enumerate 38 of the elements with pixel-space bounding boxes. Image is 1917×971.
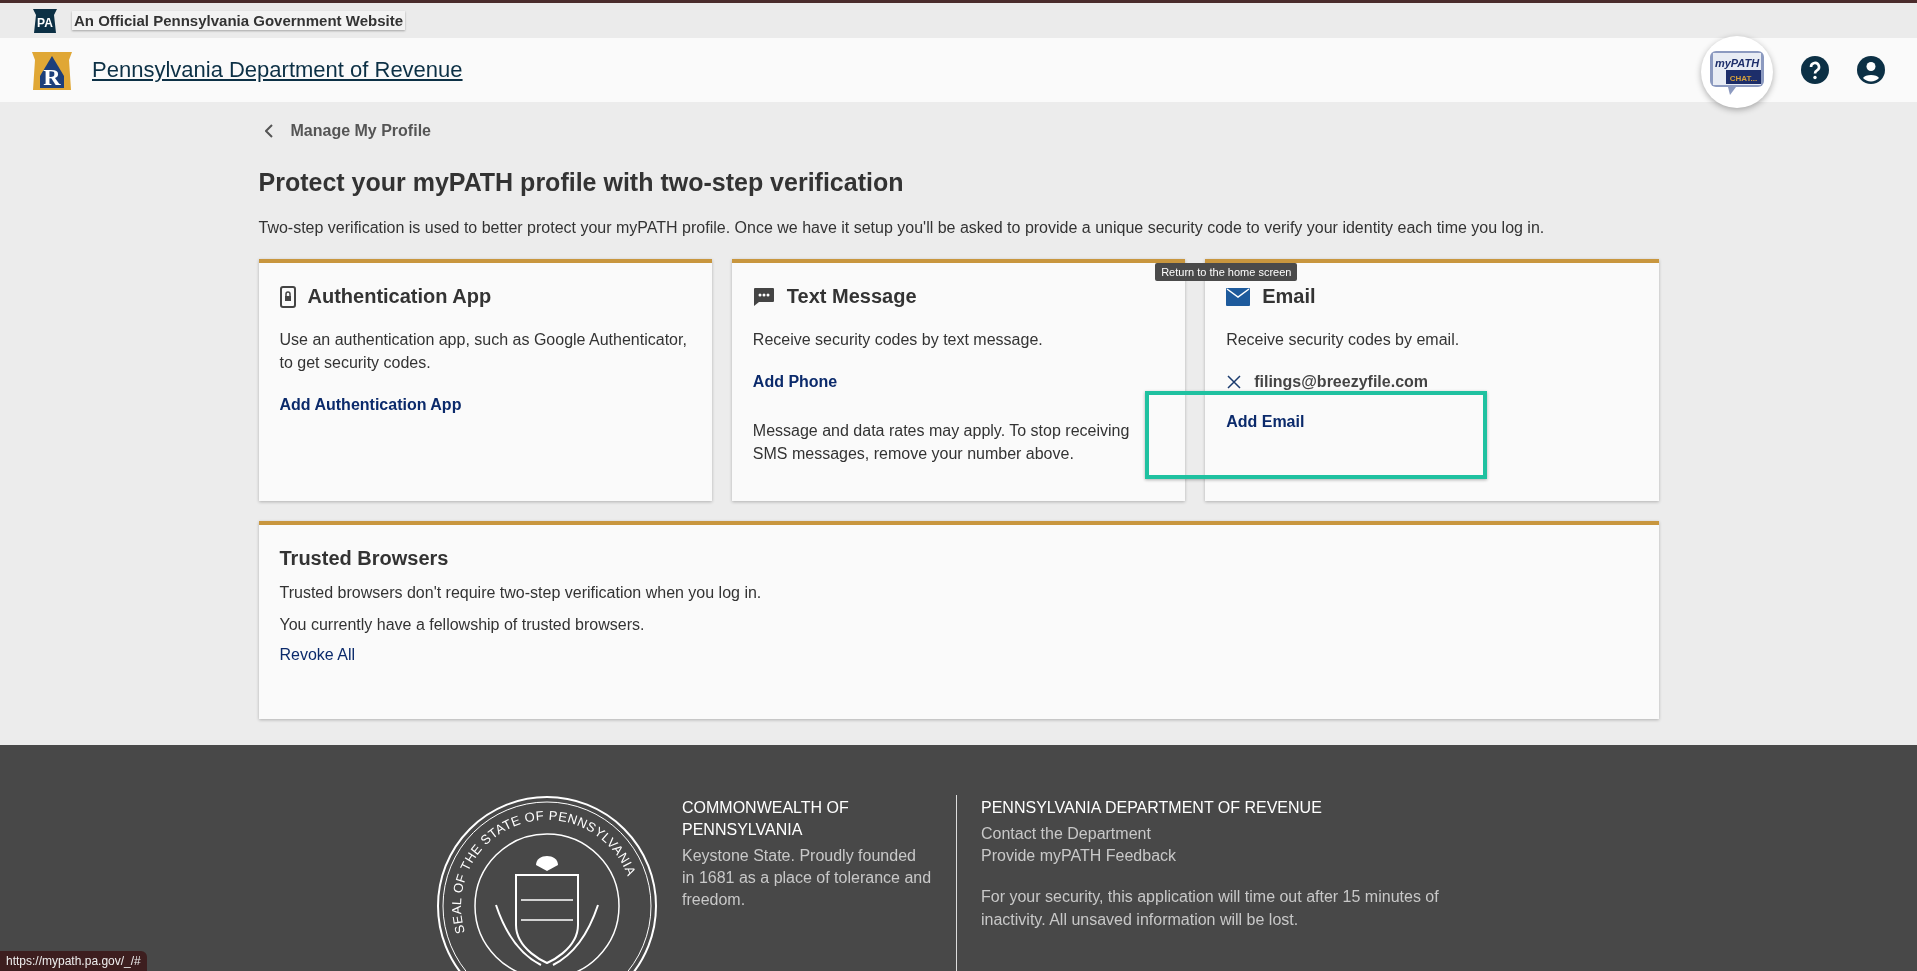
footer-heading: PENNSYLVANIA DEPARTMENT OF REVENUE xyxy=(981,798,1323,818)
footer-text: Keystone State. Proudly founded in 1681 as a place of tolerance and freedom. xyxy=(682,846,932,910)
card-description: Receive security codes by email. xyxy=(1226,330,1461,350)
add-link[interactable]: Add Phone xyxy=(752,373,838,391)
card-note: Message and data rates may apply. To stop receiving SMS messages, remove your number above. xyxy=(752,421,1131,464)
account-icon[interactable] xyxy=(1857,56,1885,84)
card-title: Email xyxy=(1262,285,1316,308)
page-title: Protect your myPATH profile with two-step verification xyxy=(258,168,905,197)
card-title: Authentication App xyxy=(307,285,492,308)
card-title: Trusted Browsers xyxy=(279,547,449,570)
revenue-logo: R xyxy=(32,50,72,90)
back-link[interactable]: Manage My Profile xyxy=(290,122,431,140)
add-link[interactable]: Add Email xyxy=(1226,413,1305,431)
footer-link[interactable]: Contact the Department xyxy=(981,823,1481,845)
card-description: Use an authentication app, such as Google Authenticator, to get security codes. xyxy=(279,330,688,373)
card-description: Receive security codes by text message. xyxy=(752,330,1044,350)
card-text: You currently have a fellowship of trusted browsers. xyxy=(279,616,646,634)
card-title: Text Message xyxy=(786,285,917,308)
keystone-logo: PA xyxy=(32,8,58,33)
timeout-notice: For your security, this application will time out after 15 minutes of inactivity. All unsaved information will be lost. xyxy=(981,887,1440,930)
tooltip: Return to the home screen xyxy=(1155,263,1298,281)
add-link[interactable]: Add Authentication App xyxy=(279,396,462,414)
remove-icon[interactable] xyxy=(1226,375,1243,389)
chat-bubble-icon xyxy=(752,286,775,307)
official-site-label: An Official Pennsylvania Government Website xyxy=(72,11,405,30)
chat-button[interactable]: myPATH CHAT... xyxy=(1701,36,1773,108)
site-title-link[interactable]: Pennsylvania Department of Revenue xyxy=(92,57,463,83)
status-url: https://mypath.pa.gov/_/# xyxy=(0,951,147,971)
revoke-all-link[interactable]: Revoke All xyxy=(279,646,356,664)
card-text: Trusted browsers don't require two-step verification when you log in. xyxy=(279,584,763,602)
footer-link[interactable]: Provide myPATH Feedback xyxy=(981,845,1481,867)
help-icon[interactable] xyxy=(1801,56,1829,84)
intro-text: Two-step verification is used to better protect your myPATH profile. Once we have it setup you'll be asked to provide a unique security code to verify your identity each time you log in. xyxy=(258,219,1546,237)
envelope-icon xyxy=(1226,287,1251,306)
email-address: filings@breezyfile.com xyxy=(1254,373,1429,391)
footer-heading: COMMONWEALTH OF PENNSYLVANIA xyxy=(682,798,850,840)
phone-lock-icon xyxy=(279,285,296,308)
back-chevron-icon[interactable] xyxy=(264,124,273,138)
